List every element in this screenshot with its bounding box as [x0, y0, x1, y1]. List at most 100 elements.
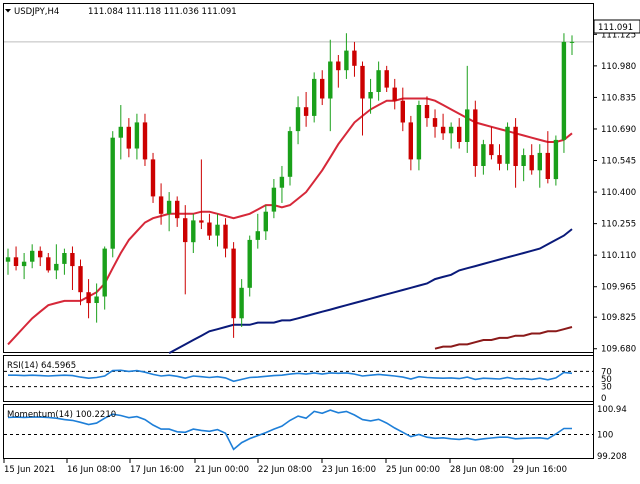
candle-body [368, 92, 373, 99]
symbol-header[interactable]: USDJPY,H4 111.084 111.118 111.036 111.09… [5, 7, 237, 17]
candle-body [215, 224, 220, 236]
candle-body [328, 61, 333, 99]
candle-body [70, 253, 75, 267]
candle-body [424, 105, 430, 119]
chart-canvas[interactable]: 111.125110.980110.835110.690110.545110.4… [0, 0, 640, 480]
ma-mid-line [168, 228, 573, 354]
candle-body [118, 126, 123, 138]
candle-body [529, 155, 534, 171]
candle-body [360, 65, 365, 99]
candle-body [392, 87, 397, 101]
candle-body [344, 50, 349, 71]
price-tick-label: 110.835 [601, 93, 636, 103]
candle-body [376, 70, 381, 92]
ma-slow-line [434, 326, 573, 350]
candle-body [110, 137, 115, 249]
candle-body [38, 250, 43, 258]
time-tick-label: 29 Jun 16:00 [513, 465, 567, 475]
candle-body [569, 41, 575, 43]
candle-body [191, 220, 196, 243]
candle-body [207, 222, 212, 236]
candle-body [150, 159, 156, 197]
candle-body [255, 231, 260, 240]
candle-body [352, 50, 357, 66]
rsi-tick-label: 30 [601, 383, 612, 393]
price-tick-label: 110.110 [601, 251, 636, 261]
main-pane-marks [4, 33, 593, 354]
candle-body [497, 155, 502, 164]
candle-body [13, 257, 19, 266]
candle-body [158, 196, 164, 214]
candle-body [457, 126, 462, 142]
candle-body [183, 218, 188, 243]
candle-body [416, 105, 422, 160]
chevron-down-icon[interactable] [5, 9, 11, 13]
rsi-tick-label: 0 [601, 394, 606, 404]
candle-body [553, 139, 559, 180]
candle-body [166, 200, 172, 214]
symbol-label: USDJPY,H4 [14, 7, 59, 17]
candle-body [126, 126, 131, 149]
candle-body [223, 224, 228, 249]
candle-body [303, 107, 309, 116]
candle-body [199, 220, 204, 223]
candle-body [545, 152, 550, 179]
price-tick-label: 109.680 [601, 345, 636, 355]
candle-body [263, 211, 268, 232]
candle-body [537, 152, 542, 171]
main-pane-frame [3, 3, 594, 353]
trading-chart-window: 111.125 110.980 110.835 110.690 110.545 110.4… [0, 0, 640, 480]
candle-body [473, 109, 478, 166]
time-tick-label: 21 Jun 00:00 [195, 465, 249, 475]
candle-body [62, 253, 67, 264]
candle-body [239, 287, 244, 319]
candle-body [271, 187, 277, 212]
price-tick-label: 110.400 [601, 188, 636, 198]
candle-body [279, 176, 285, 188]
candle-body [30, 250, 35, 262]
candle-body [78, 266, 83, 293]
candle-body [94, 296, 99, 303]
candle-body [505, 126, 510, 164]
candle-body [86, 292, 91, 304]
candle-body [134, 122, 140, 149]
time-tick-label: 17 Jun 16:00 [130, 465, 184, 475]
momentum-tick-label: 100.94 [597, 405, 627, 415]
candle-body [336, 61, 341, 71]
time-tick-label: 28 Jun 08:00 [450, 465, 504, 475]
momentum-tick-label: 100 [597, 431, 613, 441]
candle-body [489, 144, 494, 156]
candle-body [432, 118, 438, 127]
candle-body [21, 261, 27, 267]
candle-body [400, 100, 405, 123]
price-tick-label: 110.255 [601, 220, 636, 230]
candle-body [231, 248, 236, 319]
candle-body [561, 41, 567, 140]
time-tick-label: 22 Jun 08:00 [258, 465, 312, 475]
candle-body [54, 263, 59, 271]
rsi-label: RSI(14) 64.5965 [7, 361, 76, 371]
candle-body [287, 131, 293, 177]
price-tick-label: 109.965 [601, 283, 636, 293]
price-tick-label: 110.690 [601, 125, 636, 135]
candle-body [175, 200, 180, 219]
candle-body [513, 126, 518, 166]
time-tick-label: 25 Jun 00:00 [386, 465, 440, 475]
candle-body [384, 70, 389, 88]
last-price-tag: 111.091 [593, 19, 640, 34]
price-tick-label: 110.980 [601, 62, 636, 72]
rsi-line [8, 369, 573, 383]
candle-body [408, 122, 413, 160]
time-tick-label: 15 Jun 2021 [4, 465, 55, 475]
candle-body [102, 248, 107, 297]
price-tick-label: 110.545 [601, 157, 636, 167]
candle-body [481, 144, 486, 166]
candle-body [440, 126, 446, 134]
last-price-label: 111.091 [598, 23, 633, 33]
time-tick-label: 16 Jun 08:00 [67, 465, 121, 475]
candle-body [46, 257, 51, 271]
ohlc-values: 111.084 111.118 111.036 111.091 [88, 7, 237, 17]
candle-body [465, 109, 470, 142]
rsi-pane-marks [4, 369, 593, 388]
candle-body [448, 126, 454, 134]
